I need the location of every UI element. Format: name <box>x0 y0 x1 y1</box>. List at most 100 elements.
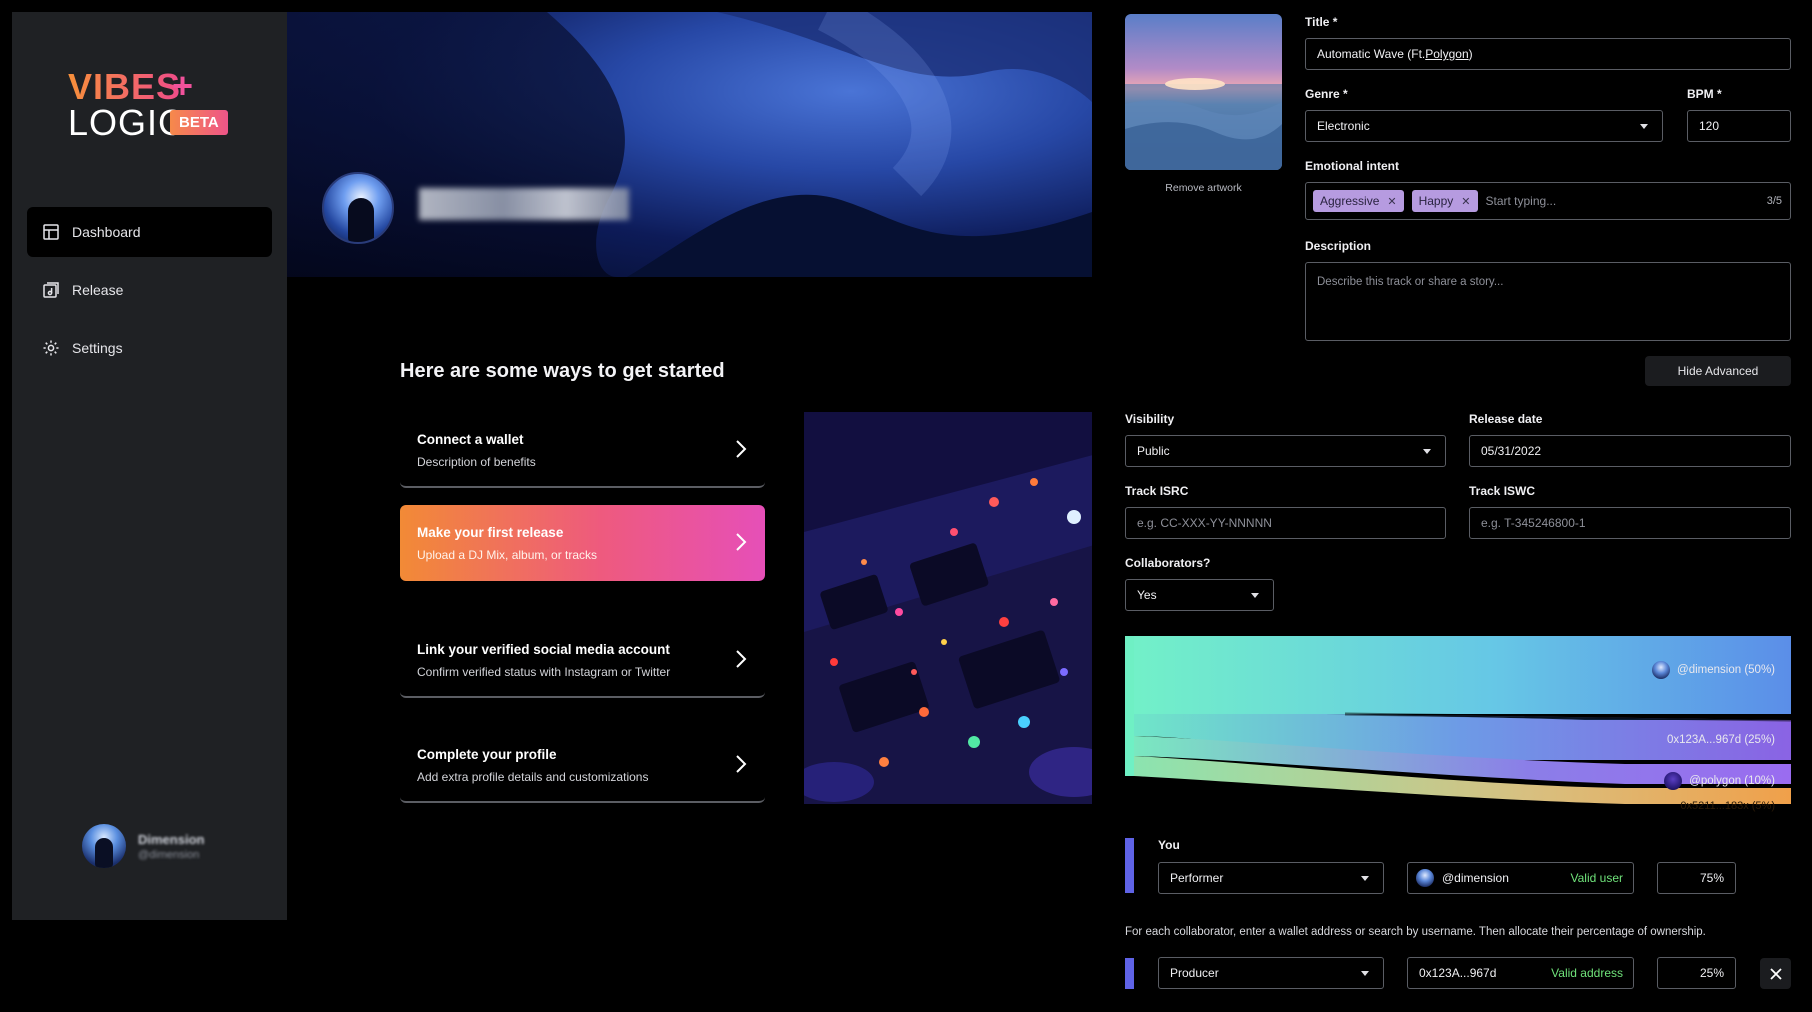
sidebar-item-settings[interactable]: Settings <box>27 323 272 373</box>
sidebar-item-label: Dashboard <box>72 224 141 240</box>
bpm-input[interactable]: 120 <box>1687 110 1791 142</box>
artwork-image[interactable] <box>1125 14 1282 170</box>
valid-address-status: Valid address <box>1551 966 1623 980</box>
complete-profile-card[interactable]: Complete your profile Add extra profile … <box>400 727 765 803</box>
you-percent-input[interactable]: 75% <box>1657 862 1736 894</box>
collaborator-address: 0x123A...967d <box>1419 966 1497 980</box>
sidebar-item-label: Release <box>72 282 124 298</box>
emotional-intent-counter: 3/5 <box>1766 195 1782 207</box>
split-label-polygon: @polygon (10%) <box>1664 772 1775 790</box>
current-user[interactable]: Dimension @dimension <box>82 824 204 868</box>
user-handle: @dimension <box>138 848 200 861</box>
genre-label: Genre * <box>1305 87 1348 101</box>
release-date-label: Release date <box>1469 412 1543 426</box>
beta-badge: BETA <box>170 110 228 135</box>
hide-advanced-button[interactable]: Hide Advanced <box>1645 356 1791 386</box>
role-value: Performer <box>1170 871 1224 885</box>
sidebar-item-release[interactable]: Release <box>27 265 272 315</box>
collaborator-role-select[interactable]: Producer <box>1158 957 1384 989</box>
logo-word-logic: LOGIC <box>68 102 186 143</box>
caret-down-icon <box>1251 593 1259 598</box>
emotional-intent-label: Emotional intent <box>1305 159 1399 173</box>
collaborator-percent-input[interactable]: 25% <box>1657 957 1736 989</box>
card-description: Description of benefits <box>417 455 536 469</box>
ownership-split-chart: @dimension (50%) 0x123A...967d (25%) @po… <box>1125 636 1792 818</box>
remove-tag-icon[interactable]: ✕ <box>1461 195 1470 208</box>
isrc-label: Track ISRC <box>1125 484 1189 498</box>
you-username: @dimension <box>1442 871 1509 885</box>
app-window: VIBES + LOGIC BETA Dashboard Release Set… <box>12 12 1092 920</box>
split-label-text: @dimension (50%) <box>1677 664 1775 676</box>
remove-tag-icon[interactable]: ✕ <box>1387 195 1396 208</box>
you-label: You <box>1158 838 1180 852</box>
you-role-select[interactable]: Performer <box>1158 862 1384 894</box>
visibility-value: Public <box>1137 444 1170 458</box>
sidebar-nav: Dashboard Release Settings <box>27 207 272 381</box>
connect-wallet-card[interactable]: Connect a wallet Description of benefits <box>400 412 765 488</box>
chevron-right-icon <box>736 533 747 551</box>
tag-aggressive: Aggressive ✕ <box>1313 190 1404 212</box>
chevron-right-icon <box>736 650 747 668</box>
profile-avatar[interactable] <box>322 172 394 244</box>
collaborator-instructions: For each collaborator, enter a wallet ad… <box>1125 926 1706 938</box>
card-description: Upload a DJ Mix, album, or tracks <box>417 548 598 562</box>
first-release-card[interactable]: Make your first release Upload a DJ Mix,… <box>400 505 765 581</box>
link-social-card[interactable]: Link your verified social media account … <box>400 622 765 698</box>
iswc-input[interactable]: e.g. T-345246800-1 <box>1469 507 1791 539</box>
valid-user-status: Valid user <box>1570 871 1623 885</box>
getting-started-title: Here are some ways to get started <box>400 360 725 382</box>
profile-name-blurred <box>419 188 629 220</box>
split-label-wallet-1: 0x123A...967d (25%) <box>1667 734 1775 746</box>
percent-value: 75% <box>1699 871 1724 885</box>
title-input[interactable]: Automatic Wave (Ft. Polygon) <box>1305 38 1791 70</box>
banner-wave-shape <box>287 12 1092 277</box>
caret-down-icon <box>1361 876 1369 881</box>
you-user-field[interactable]: @dimension Valid user <box>1407 862 1634 894</box>
isrc-input[interactable]: e.g. CC-XXX-YY-NNNNN <box>1125 507 1446 539</box>
release-form: Remove artwork Title * Automatic Wave (F… <box>1100 0 1812 1012</box>
iswc-placeholder: e.g. T-345246800-1 <box>1481 516 1586 530</box>
role-value: Producer <box>1170 966 1219 980</box>
release-date-input[interactable]: 05/31/2022 <box>1469 435 1791 467</box>
caret-down-icon <box>1640 124 1648 129</box>
emotional-intent-input[interactable]: Aggressive ✕ Happy ✕ Start typing... 3/5 <box>1305 182 1791 220</box>
percent-value: 25% <box>1699 966 1724 980</box>
gear-icon <box>43 340 59 356</box>
sidebar-item-label: Settings <box>72 340 123 356</box>
emotional-intent-placeholder: Start typing... <box>1485 194 1557 208</box>
chevron-right-icon <box>736 440 747 458</box>
genre-value: Electronic <box>1317 119 1370 133</box>
collaborator-color-bar <box>1125 838 1134 893</box>
collaborator-color-bar <box>1125 958 1134 989</box>
avatar <box>1416 869 1434 887</box>
collaborators-label: Collaborators? <box>1125 556 1211 570</box>
collaborators-select[interactable]: Yes <box>1125 579 1274 611</box>
avatar <box>82 824 126 868</box>
split-label-wallet-2: 0x5211...183x (5%) <box>1680 800 1775 812</box>
tag-label: Happy <box>1418 194 1454 208</box>
visibility-select[interactable]: Public <box>1125 435 1446 467</box>
close-icon <box>1769 967 1782 980</box>
remove-collaborator-button[interactable] <box>1760 958 1791 989</box>
bpm-label: BPM * <box>1687 87 1722 101</box>
collaborator-address-field[interactable]: 0x123A...967d Valid address <box>1407 957 1634 989</box>
card-description: Add extra profile details and customizat… <box>417 770 649 784</box>
chevron-right-icon <box>736 755 747 773</box>
title-mention-link[interactable]: Polygon <box>1425 47 1468 61</box>
dashboard-main: Here are some ways to get started Connec… <box>287 12 1092 920</box>
sidebar: VIBES + LOGIC BETA Dashboard Release Set… <box>12 12 287 920</box>
split-label-text: @polygon (10%) <box>1689 775 1775 787</box>
sidebar-item-dashboard[interactable]: Dashboard <box>27 207 272 257</box>
genre-select[interactable]: Electronic <box>1305 110 1663 142</box>
title-value-prefix: Automatic Wave (Ft. <box>1317 47 1426 61</box>
avatar <box>1652 661 1671 679</box>
card-title: Link your verified social media account <box>417 642 670 657</box>
dashboard-icon <box>43 224 59 240</box>
tag-label: Aggressive <box>1320 194 1380 208</box>
title-label: Title * <box>1305 15 1338 29</box>
vibes-logic-logo: VIBES + LOGIC BETA <box>68 65 268 146</box>
description-textarea[interactable]: Describe this track or share a story... <box>1305 262 1791 341</box>
iswc-label: Track ISWC <box>1469 484 1536 498</box>
dj-mixer-image <box>804 412 1092 804</box>
remove-artwork-link[interactable]: Remove artwork <box>1125 182 1282 194</box>
